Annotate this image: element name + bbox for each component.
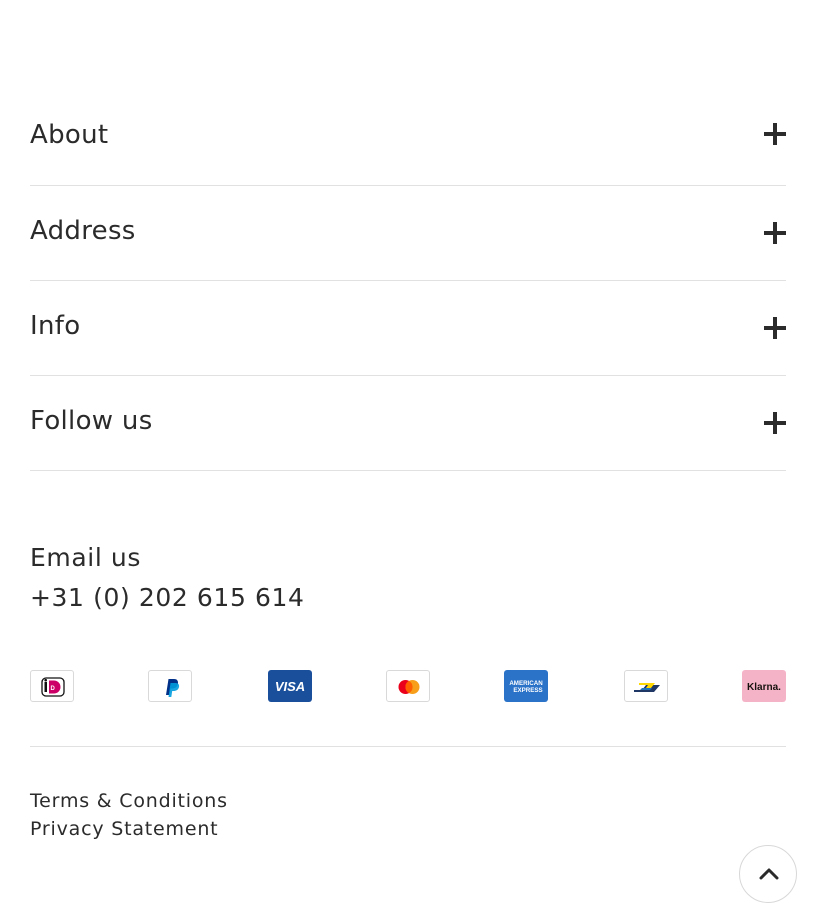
privacy-link[interactable]: Privacy Statement — [30, 815, 228, 843]
accordion-info[interactable]: Info — [30, 281, 786, 376]
contact-block: Email us +31 (0) 202 615 614 — [30, 538, 305, 618]
plus-icon[interactable] — [764, 317, 786, 339]
bancontact-icon — [624, 670, 668, 702]
accordion-title: About — [30, 120, 109, 150]
back-to-top-button[interactable] — [739, 845, 797, 903]
paypal-icon — [148, 670, 192, 702]
footer-divider — [30, 746, 786, 747]
accordion-follow-us[interactable]: Follow us — [30, 376, 786, 471]
chevron-up-icon — [759, 868, 779, 880]
accordion-about[interactable]: About — [30, 88, 786, 186]
accordion-title: Follow us — [30, 406, 153, 436]
footer-accordion: About Address Info Follow us — [30, 88, 786, 471]
legal-links: Terms & Conditions Privacy Statement — [30, 787, 228, 843]
amex-icon: AMERICAN EXPRESS — [504, 670, 548, 702]
ideal-icon: D — [30, 670, 74, 702]
plus-icon[interactable] — [764, 412, 786, 434]
accordion-title: Address — [30, 216, 136, 246]
klarna-icon: Klarna. — [742, 670, 786, 702]
email-us-link[interactable]: Email us — [30, 538, 305, 578]
visa-label: VISA — [275, 679, 305, 694]
phone-link[interactable]: +31 (0) 202 615 614 — [30, 578, 305, 618]
mastercard-icon — [386, 670, 430, 702]
amex-line1: AMERICAN — [509, 680, 543, 687]
amex-line2: EXPRESS — [513, 687, 542, 694]
terms-link[interactable]: Terms & Conditions — [30, 787, 228, 815]
svg-text:D: D — [51, 686, 56, 692]
accordion-address[interactable]: Address — [30, 186, 786, 281]
accordion-title: Info — [30, 311, 81, 341]
klarna-label: Klarna. — [747, 682, 781, 693]
plus-icon[interactable] — [764, 222, 786, 244]
visa-icon: VISA — [268, 670, 312, 702]
payment-methods: D VISA AMERICAN EXPRESS Klarna. — [30, 670, 786, 702]
footer: About Address Info Follow us Email us +3… — [0, 0, 818, 920]
plus-icon[interactable] — [764, 123, 786, 145]
